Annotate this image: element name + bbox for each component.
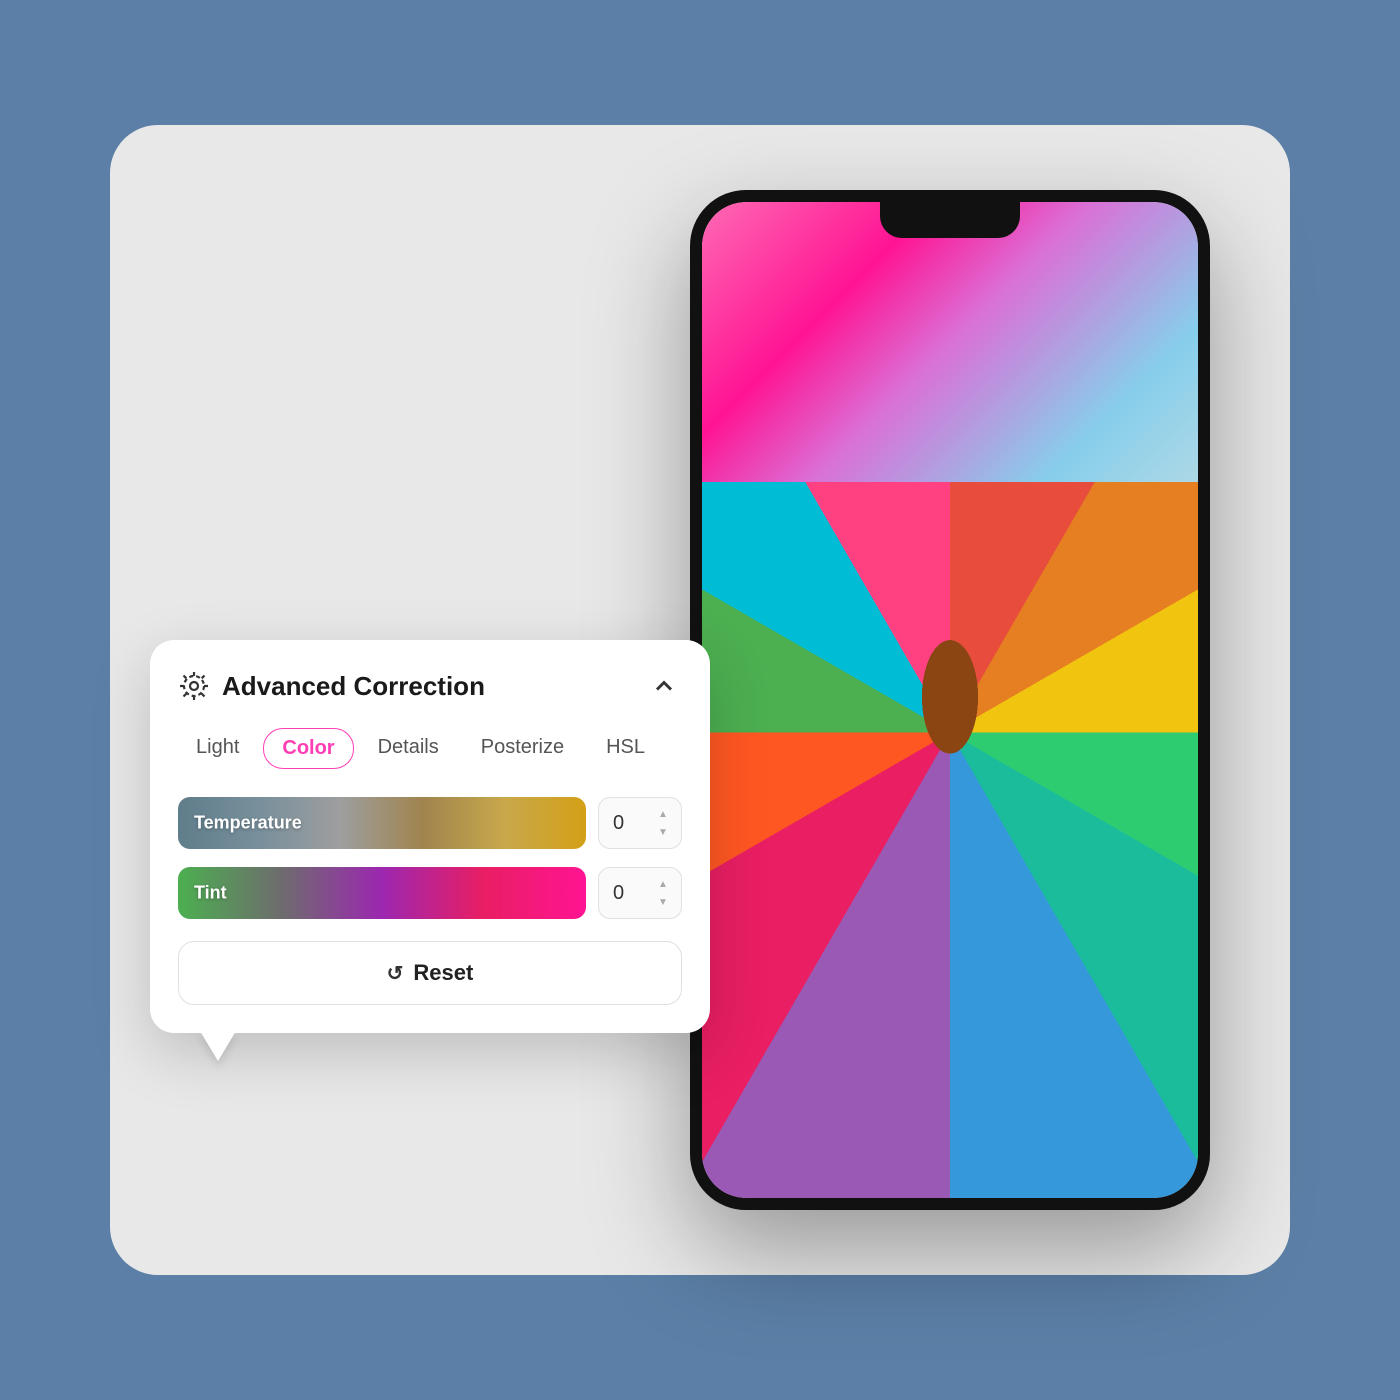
tab-posterize[interactable]: Posterize	[463, 728, 582, 769]
tint-stepper[interactable]: ▲ ▼	[653, 876, 673, 910]
phone-screen	[702, 202, 1198, 1198]
temperature-stepper[interactable]: ▲ ▼	[653, 806, 673, 840]
temperature-up-arrow[interactable]: ▲	[653, 806, 673, 822]
panel-title-group: Advanced Correction	[178, 670, 485, 702]
temperature-row: Temperature 0 ▲ ▼	[178, 797, 682, 849]
phone-mockup	[690, 190, 1210, 1210]
slider-section: Temperature 0 ▲ ▼ Tint 0	[178, 797, 682, 919]
tint-slider[interactable]: Tint	[178, 867, 586, 919]
tint-down-arrow[interactable]: ▼	[653, 894, 673, 910]
temperature-down-arrow[interactable]: ▼	[653, 824, 673, 840]
temperature-slider[interactable]: Temperature	[178, 797, 586, 849]
tab-color[interactable]: Color	[263, 728, 353, 769]
phone-bottom-image	[702, 482, 1198, 1198]
reset-icon: ↺	[387, 961, 404, 986]
tint-value: 0	[613, 882, 624, 905]
tab-details[interactable]: Details	[360, 728, 457, 769]
phone-notch	[880, 202, 1020, 238]
panel-title: Advanced Correction	[222, 671, 485, 702]
tab-row: Light Color Details Posterize HSL	[178, 728, 682, 769]
gear-icon	[178, 670, 210, 702]
temperature-label: Temperature	[194, 813, 302, 834]
tint-value-input[interactable]: 0 ▲ ▼	[598, 867, 682, 919]
phone-top-gradient	[702, 202, 1198, 482]
reset-label: Reset	[413, 960, 473, 986]
reset-button[interactable]: ↺ Reset	[178, 941, 682, 1005]
advanced-correction-panel: Advanced Correction Light Color Details …	[150, 640, 710, 1033]
temperature-value-input[interactable]: 0 ▲ ▼	[598, 797, 682, 849]
panel-header: Advanced Correction	[178, 668, 682, 704]
main-card: Advanced Correction Light Color Details …	[110, 125, 1290, 1275]
tint-row: Tint 0 ▲ ▼	[178, 867, 682, 919]
tint-up-arrow[interactable]: ▲	[653, 876, 673, 892]
tint-label: Tint	[194, 883, 227, 904]
tab-light[interactable]: Light	[178, 728, 257, 769]
tab-hsl[interactable]: HSL	[588, 728, 663, 769]
collapse-button[interactable]	[646, 668, 682, 704]
temperature-value: 0	[613, 812, 624, 835]
